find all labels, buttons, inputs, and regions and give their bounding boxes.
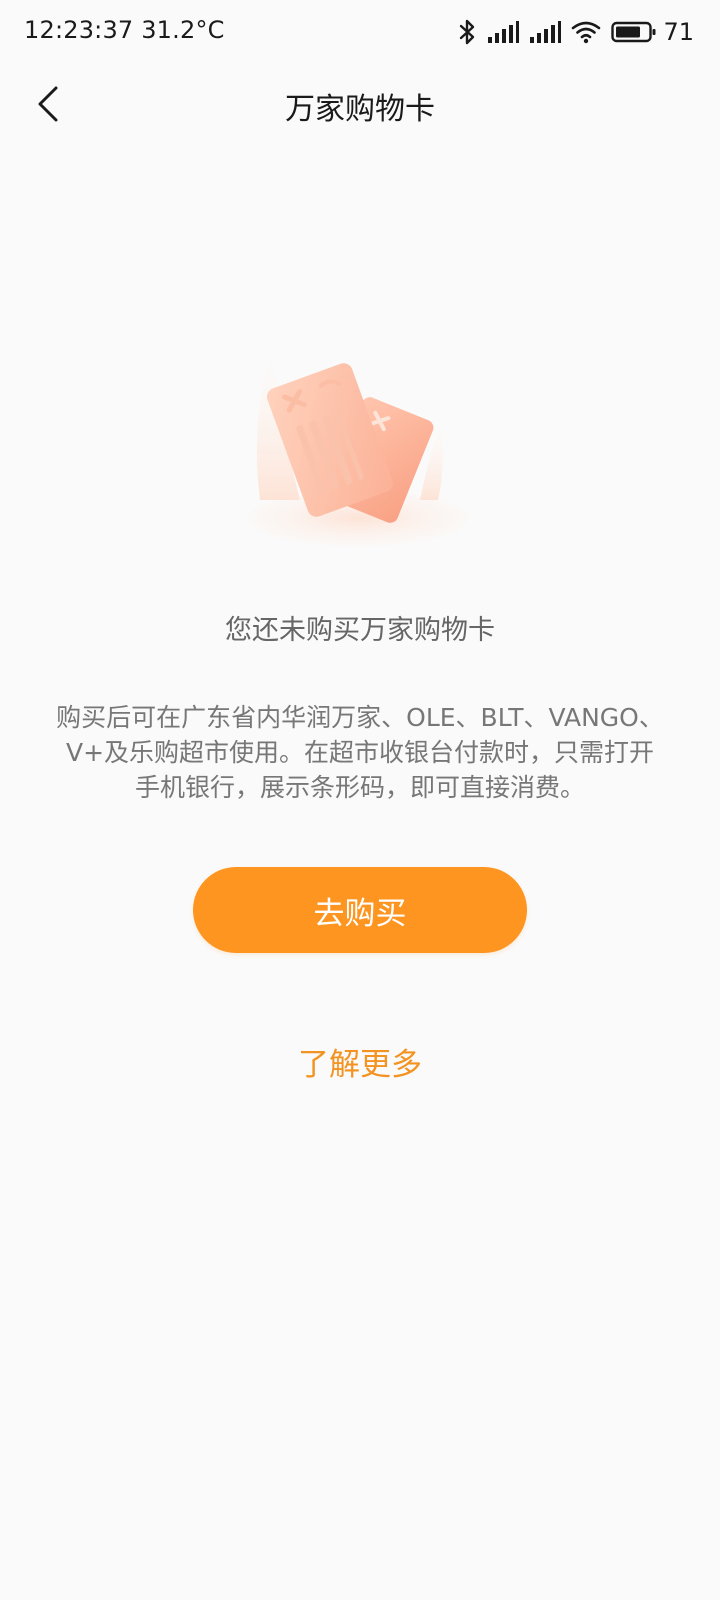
- wifi-icon: [571, 20, 601, 44]
- status-time-temp: 12:23:37 31.2°C: [24, 16, 225, 44]
- description: 购买后可在广东省内华润万家、OLE、BLT、VANGO、 V+及乐购超市使用。在…: [30, 700, 690, 805]
- empty-state-title: 您还未购买万家购物卡: [225, 615, 495, 646]
- learn-more-link[interactable]: 了解更多: [0, 1039, 720, 1084]
- signal-icon: [487, 20, 520, 44]
- battery-icon: [611, 20, 657, 44]
- nav-bar: 万家购物卡: [0, 64, 720, 144]
- description-line: V+及乐购超市使用。在超市收银台付款时，只需打开: [65, 738, 655, 767]
- buy-button[interactable]: 去购买: [193, 867, 527, 953]
- description-line: 手机银行，展示条形码，即可直接消费。: [134, 773, 585, 802]
- description-line: 购买后可在广东省内华润万家、OLE、BLT、VANGO、: [56, 703, 664, 732]
- bluetooth-icon: [457, 18, 477, 46]
- signal-icon-2: [529, 20, 562, 44]
- shopping-cards-illustration: [230, 330, 490, 560]
- status-bar: 12:23:37 31.2°C 71: [0, 0, 720, 64]
- page-title: 万家购物卡: [285, 92, 435, 127]
- battery-percentage: 71: [663, 18, 694, 46]
- status-icons: 71: [457, 14, 694, 50]
